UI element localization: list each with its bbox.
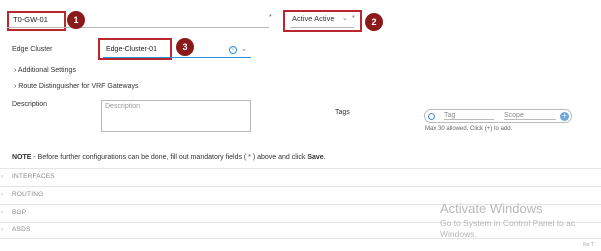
section-bgp-label: BGP [12,209,27,216]
footer-fragment: No T [583,242,594,248]
divider [0,186,601,187]
callout-2: 2 [365,13,383,31]
chevron-right-icon: › [1,209,4,216]
section-bgp[interactable]: › BGP [1,209,27,216]
section-routing[interactable]: › ROUTING [1,191,44,198]
ha-mode-value: Active Active [292,14,335,23]
route-distinguisher-toggle[interactable]: › Route Distinguisher for VRF Gateways [14,83,139,90]
name-required-mark: * [269,14,272,21]
tags-label: Tags [335,109,350,116]
edge-cluster-value: Edge-Cluster-01 [106,46,157,53]
section-interfaces[interactable]: › INTERFACES [1,173,55,180]
chevron-down-icon: ⌄ [342,15,348,22]
activate-windows-line1: Go to System in Control Panel to ac [440,218,576,228]
activate-windows-title: Activate Windows [440,201,543,216]
ha-mode-required-mark: * [352,15,355,22]
divider [0,168,601,169]
tag-input[interactable]: Tag [444,112,494,120]
callout-1: 1 [67,11,85,29]
name-input[interactable]: T0-GW-01 [7,11,269,28]
mandatory-note: NOTE - Before further configurations can… [12,154,326,161]
section-routing-label: ROUTING [12,191,44,198]
tag-icon [428,113,435,120]
add-tag-icon[interactable]: + [560,112,569,121]
name-input-value: T0-GW-01 [13,15,48,24]
callout-3: 3 [176,38,194,56]
chevron-down-icon[interactable]: ⌄ [241,45,247,53]
description-textarea[interactable]: Description [101,100,251,132]
note-text: - Before further configurations can be d… [31,154,308,161]
note-end: . [323,154,326,161]
chevron-right-icon: › [14,83,17,90]
ha-mode-select[interactable]: Active Active ⌄ [290,14,354,28]
scope-input[interactable]: Scope [504,112,556,120]
section-asds-label: ASDS [12,226,31,233]
chevron-right-icon: › [1,173,4,180]
activate-windows-text: Go to System in Control Panel to ac Wind… [440,218,575,240]
additional-settings-toggle[interactable]: › Additional Settings [14,67,76,74]
edge-cluster-label: Edge Cluster [12,46,53,53]
description-placeholder: Description [105,103,141,110]
tag-input-group[interactable]: Tag Scope + [424,109,572,123]
note-prefix: NOTE [12,154,32,161]
description-label: Description [12,101,48,108]
route-distinguisher-label: Route Distinguisher for VRF Gateways [18,83,139,90]
additional-settings-label: Additional Settings [17,67,76,74]
activate-windows-line2: Windows. [440,229,477,239]
chevron-right-icon: › [1,191,4,198]
chevron-right-icon: › [1,226,4,233]
tags-hint: Max 30 allowed. Click (+) to add. [425,126,513,132]
section-interfaces-label: INTERFACES [12,173,55,180]
section-asds[interactable]: › ASDS [1,226,31,233]
note-save: Save [307,154,324,161]
info-icon[interactable]: i [229,46,237,54]
chevron-right-icon: › [14,67,17,74]
